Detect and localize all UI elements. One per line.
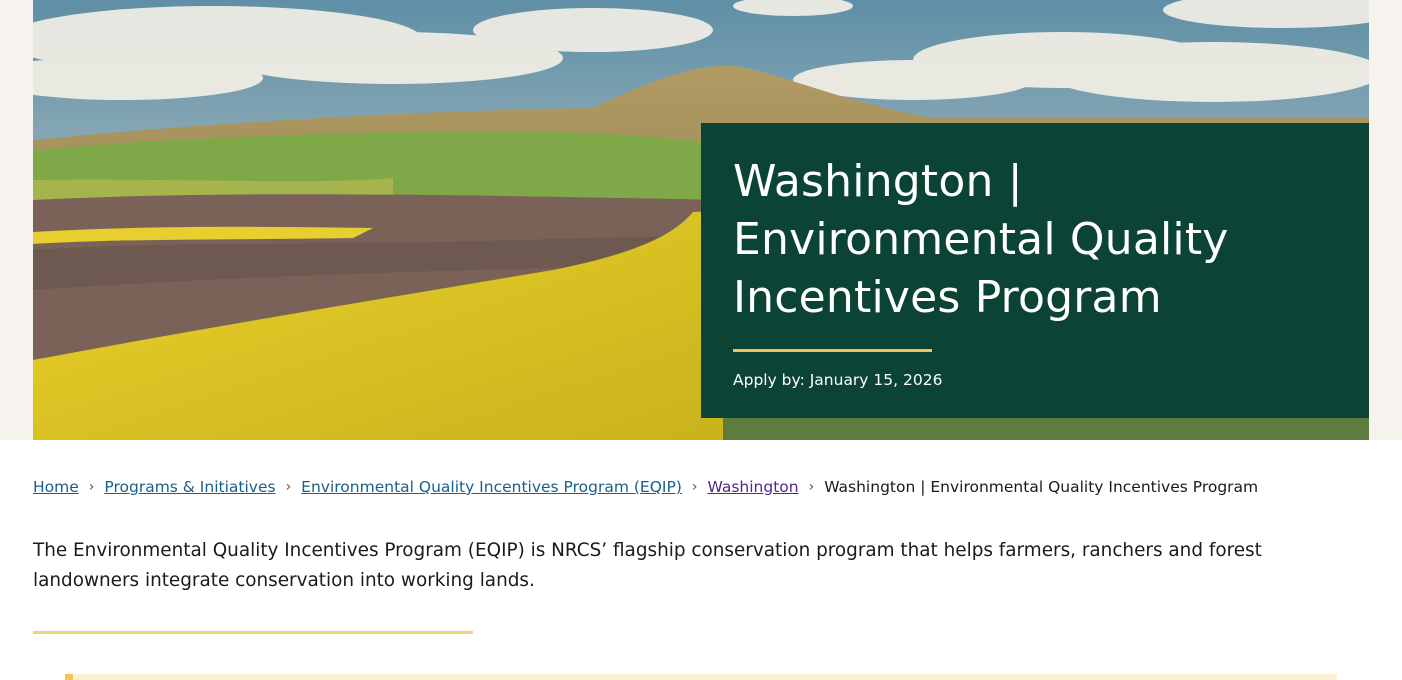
section-divider: [33, 631, 473, 634]
breadcrumb: Home › Programs & Initiatives › Environm…: [33, 478, 1258, 496]
breadcrumb-washington-link[interactable]: Washington: [708, 478, 799, 496]
page-title: Washington | Environmental Quality Incen…: [733, 156, 1229, 323]
breadcrumb-eqip-link[interactable]: Environmental Quality Incentives Program…: [301, 478, 682, 496]
breadcrumb-programs-link[interactable]: Programs & Initiatives: [104, 478, 275, 496]
hero-title-card: Washington | Environmental Quality Incen…: [701, 123, 1369, 418]
apply-by-date: Apply by: January 15, 2026: [733, 371, 943, 389]
breadcrumb-current-page: Washington | Environmental Quality Incen…: [824, 478, 1259, 496]
title-divider: [733, 349, 932, 352]
callout-box: [65, 674, 1337, 680]
chevron-right-icon: ›: [691, 479, 698, 495]
chevron-right-icon: ›: [808, 479, 815, 495]
callout-accent-bar: [65, 674, 73, 680]
breadcrumb-home-link[interactable]: Home: [33, 478, 79, 496]
chevron-right-icon: ›: [88, 479, 95, 495]
chevron-right-icon: ›: [285, 479, 292, 495]
intro-paragraph: The Environmental Quality Incentives Pro…: [33, 540, 1262, 591]
